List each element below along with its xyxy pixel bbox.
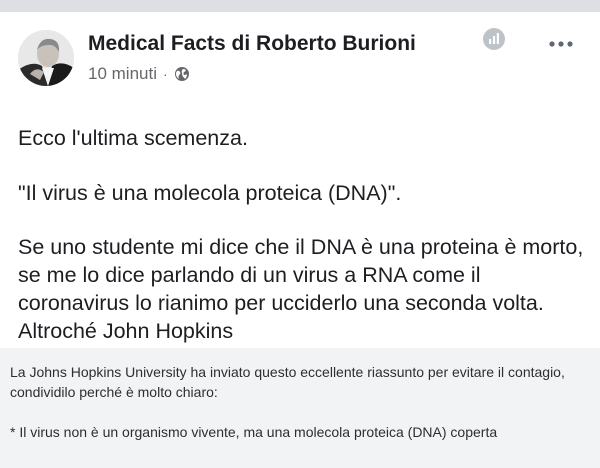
meta-separator: · [162, 66, 168, 82]
globe-icon[interactable] [174, 66, 190, 82]
shared-image-text: La Johns Hopkins University ha inviato q… [10, 362, 600, 442]
post-card: Medical Facts di Roberto Burioni 10 minu… [0, 12, 600, 468]
avatar[interactable] [18, 30, 74, 86]
post-meta: 10 minuti · [88, 64, 190, 84]
page-name[interactable]: Medical Facts di Roberto Burioni [88, 32, 416, 56]
avatar-photo [18, 30, 74, 86]
top-strip [0, 0, 600, 12]
more-options-icon[interactable] [548, 36, 574, 47]
shared-paragraph: La Johns Hopkins University ha inviato q… [10, 364, 565, 400]
post-text: Ecco l'ultima scemenza. "Il virus è una … [18, 124, 590, 345]
post-text-line: Ecco l'ultima scemenza. [18, 126, 248, 150]
shared-paragraph: * Il virus non è un organismo vivente, m… [10, 424, 498, 440]
post-timestamp[interactable]: 10 minuti [88, 64, 157, 84]
insights-icon[interactable] [482, 27, 506, 51]
post-text-line: "Il virus è una molecola proteica (DNA)"… [18, 181, 402, 205]
post-text-paragraph: Se uno studente mi dice che il DNA è una… [18, 235, 584, 343]
shared-image[interactable]: La Johns Hopkins University ha inviato q… [0, 348, 600, 468]
